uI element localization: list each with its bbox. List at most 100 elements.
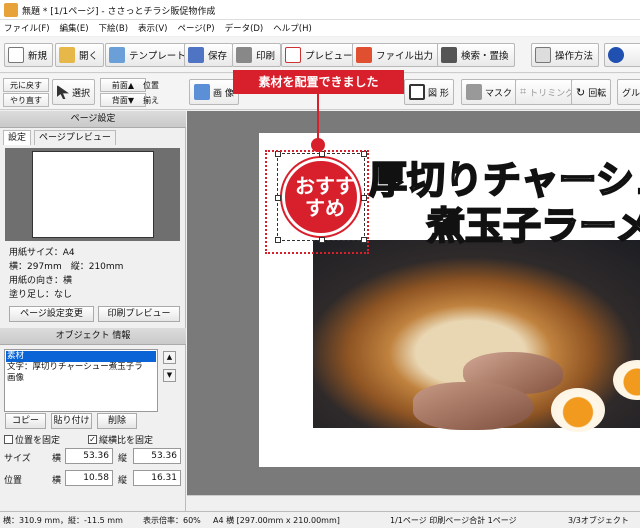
preview-label: プレビュー: [305, 51, 353, 62]
canvas-area[interactable]: 厚切りチャーシュ 煮玉子ラーメ おすす すめ: [187, 111, 640, 495]
rotate-label: 回転: [588, 88, 607, 99]
object-item-text[interactable]: 文字：厚切りチャーシュー煮玉子ラ: [6, 362, 156, 373]
object-item-material[interactable]: 素材: [6, 351, 156, 362]
status-pages: 1/1ページ 印刷ページ合計 1ページ: [390, 516, 517, 525]
template-button[interactable]: テンプレート: [105, 43, 192, 67]
triangle-down-icon: ▼: [166, 371, 173, 379]
object-list[interactable]: 素材 文字：厚切りチャーシュー煮玉子ラ 画像: [4, 349, 158, 412]
image-button[interactable]: 画 像: [189, 79, 239, 105]
menu-view[interactable]: 表示(V): [138, 22, 167, 34]
tab-page-preview[interactable]: ページプレビュー: [34, 130, 116, 145]
template-label: テンプレート: [129, 51, 186, 62]
paste-button[interactable]: 貼り付け: [51, 413, 92, 429]
menu-help[interactable]: ヘルプ(H): [273, 22, 312, 34]
status-bar: 横：310.9 mm，縦：-11.5 mm 表示倍率：60% A4 横 [297…: [0, 511, 640, 528]
print-preview-button[interactable]: 印刷プレビュー: [98, 306, 180, 322]
status-zoom: 表示倍率：60%: [143, 516, 201, 525]
rotate-button[interactable]: ↻ 回転: [571, 79, 612, 105]
print-button[interactable]: 印刷: [232, 43, 282, 67]
paper-dimensions-text: 横：297mm 縦：210mm: [9, 262, 124, 272]
print-label: 印刷: [256, 51, 276, 62]
cursor-arrow-icon: [57, 85, 69, 99]
size-height-label: 縦: [118, 454, 128, 464]
object-item-image[interactable]: 画像: [6, 373, 156, 384]
page-settings-change-button[interactable]: ページ設定変更: [9, 306, 94, 322]
undo-button[interactable]: 元に戻す: [3, 78, 49, 92]
new-button[interactable]: 新規: [4, 43, 54, 67]
paper-size-text: 用紙サイズ：A4: [9, 248, 75, 258]
position-x-label: 横: [52, 476, 62, 486]
undo-redo-group: 元に戻す やり直す: [3, 78, 49, 107]
shape-icon: [409, 84, 425, 100]
position-y-field[interactable]: 16.31: [133, 470, 181, 486]
save-icon: [188, 47, 204, 63]
new-document-icon: [8, 47, 24, 63]
triangle-up-icon: ▲: [166, 353, 173, 361]
horizontal-scrollbar[interactable]: [187, 495, 640, 511]
move-up-button[interactable]: ▲: [163, 351, 176, 364]
open-label: 開く: [79, 51, 99, 62]
file-output-button[interactable]: ファイル出力: [352, 43, 440, 67]
delete-button[interactable]: 削除: [97, 413, 137, 429]
photo-detail: [613, 360, 640, 400]
how-to-button[interactable]: 操作方法: [531, 43, 600, 67]
menu-bar: ファイル(F) 編集(E) 下絵(B) 表示(V) ページ(P) データ(D) …: [0, 20, 640, 36]
save-button[interactable]: 保存: [184, 43, 234, 67]
magnifier-icon: [285, 47, 301, 63]
mask-button[interactable]: マスク: [461, 79, 518, 105]
keep-ratio-checkbox[interactable]: ✓ 縦横比を固定: [88, 433, 153, 446]
checkmark-icon: ✓: [88, 435, 97, 444]
page-preview-area: [5, 148, 180, 241]
lock-position-checkbox[interactable]: 位置を固定: [4, 433, 60, 446]
search-replace-icon: [441, 47, 457, 63]
copy-button[interactable]: コピー: [5, 413, 46, 429]
headline-text-2[interactable]: 煮玉子ラーメ: [426, 195, 640, 250]
callout-line: [317, 94, 319, 142]
hand-pointer-icon: [535, 47, 551, 63]
page-thumbnail: [32, 151, 154, 238]
lock-position-label: 位置を固定: [15, 436, 61, 446]
select-label: 選択: [72, 88, 91, 99]
qa-button[interactable]: [604, 43, 640, 67]
window-title: 無題 * [1/1ページ] - ささっとチラシ販促物作成: [22, 7, 216, 17]
export-icon: [356, 47, 372, 63]
paper-orientation-text: 用紙の向き：横: [9, 276, 73, 286]
redo-button[interactable]: やり直す: [3, 93, 49, 107]
shape-button[interactable]: 図 形: [404, 79, 454, 105]
template-icon: [109, 47, 125, 63]
status-objects: 3/3オブジェクト: [568, 516, 629, 525]
select-button[interactable]: 選択: [52, 79, 96, 105]
size-width-field[interactable]: 53.36: [65, 448, 113, 464]
open-button[interactable]: 開く: [55, 43, 105, 67]
group-button[interactable]: グル: [617, 79, 640, 105]
preview-button[interactable]: プレビュー: [281, 43, 359, 67]
menu-background[interactable]: 下絵(B): [99, 22, 128, 34]
new-label: 新規: [28, 51, 48, 62]
object-info-header: オブジェクト 情報: [0, 328, 186, 345]
tab-settings[interactable]: 設定: [3, 130, 32, 145]
align-label-2: 揃え: [143, 95, 159, 105]
left-panel: ページ設定 設定 ページプレビュー 用紙サイズ：A4 横：297mm 縦：210…: [0, 111, 186, 511]
size-height-field[interactable]: 53.36: [133, 448, 181, 464]
menu-data[interactable]: データ(D): [225, 22, 264, 34]
menu-edit[interactable]: 編集(E): [60, 22, 89, 34]
move-down-button[interactable]: ▼: [163, 369, 176, 382]
photo-detail: [551, 388, 605, 432]
align-button[interactable]: 位置 揃え: [137, 78, 165, 107]
search-replace-label: 検索・置換: [461, 51, 509, 62]
menu-file[interactable]: ファイル(F): [4, 22, 50, 34]
trimming-label: トリミング: [529, 88, 575, 99]
callout-dot: [311, 138, 325, 152]
ramen-photo[interactable]: [313, 240, 640, 432]
position-x-field[interactable]: 10.58: [65, 470, 113, 486]
folder-icon: [59, 47, 75, 63]
status-cursor: 横：310.9 mm，縦：-11.5 mm: [3, 516, 123, 525]
menu-page[interactable]: ページ(P): [177, 22, 214, 34]
save-label: 保存: [208, 51, 228, 62]
callout-label: 素材を配置できました: [233, 70, 404, 94]
trimming-button[interactable]: ⌗ トリミング: [515, 79, 580, 105]
search-replace-button[interactable]: 検索・置換: [437, 43, 515, 67]
photo-detail: [413, 382, 533, 430]
mask-label: マスク: [485, 88, 513, 99]
mask-icon: [466, 84, 482, 100]
